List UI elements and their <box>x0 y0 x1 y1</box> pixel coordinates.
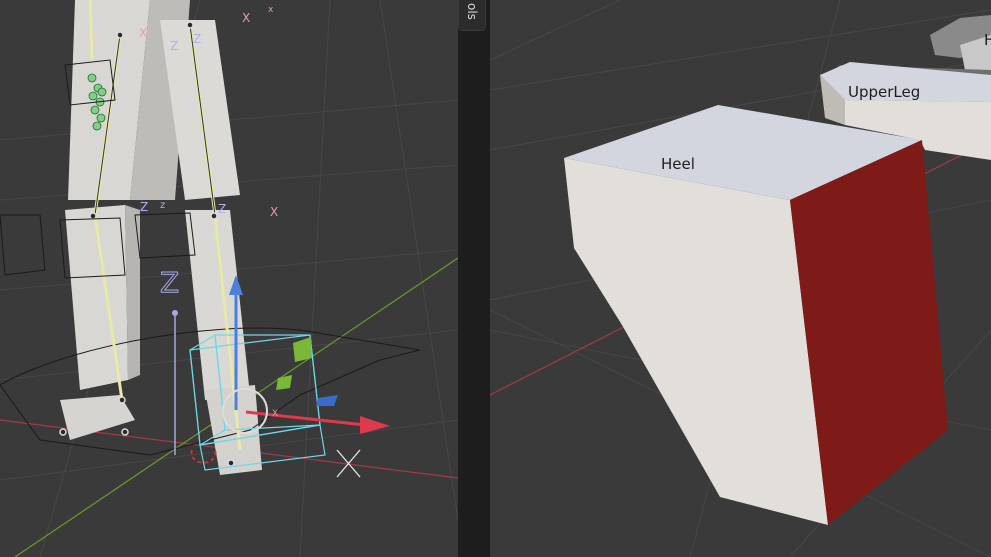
sidebar-tab[interactable]: ols <box>458 0 486 31</box>
axis-label-z3: Z <box>140 200 148 214</box>
upperleg-label: UpperLeg <box>848 83 920 101</box>
heel-label: Heel <box>661 155 695 173</box>
gizmo-x-label: X <box>272 409 278 419</box>
svg-text:x: x <box>268 5 274 15</box>
viewport-left-canvas[interactable]: X x Z Z X Z z Z X Z X <box>0 0 458 557</box>
viewport-right-canvas[interactable]: Heel UpperLeg H <box>490 0 991 557</box>
viewport-divider[interactable] <box>458 0 490 557</box>
gizmo-z-label: Z <box>160 266 179 299</box>
heel-object[interactable] <box>564 105 948 525</box>
axis-label-x3: X <box>270 205 278 219</box>
axis-label-x1: X <box>242 11 250 25</box>
character-mesh[interactable] <box>60 0 262 475</box>
viewport-left[interactable]: X x Z Z X Z z Z X Z X <box>0 0 458 557</box>
partial-object-label: H <box>984 31 991 49</box>
axis-label-z4: z <box>160 200 165 211</box>
axis-label-z2: Z <box>193 32 201 46</box>
axis-label-z5: Z <box>218 202 226 216</box>
axis-label-z1: Z <box>170 39 178 53</box>
viewport-right[interactable]: Heel UpperLeg H <box>490 0 991 557</box>
axis-label-x2: X <box>139 26 147 40</box>
sidebar-tab-label: ols <box>465 3 479 20</box>
